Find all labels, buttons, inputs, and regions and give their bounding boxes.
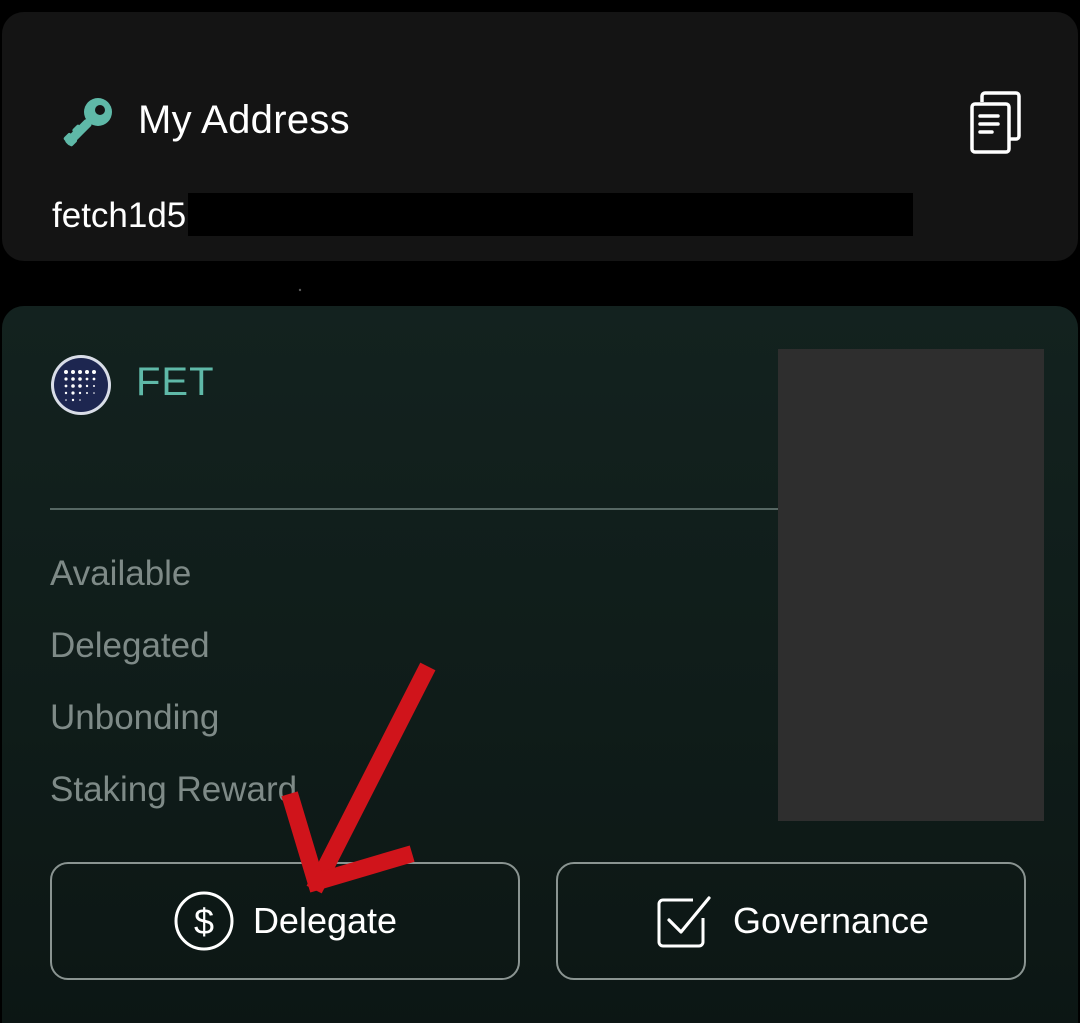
token-card: FET Available Delegated Unbonding Stakin… (2, 306, 1078, 1023)
staking-reward-label: Staking Reward (50, 770, 298, 809)
wallet-screen: My Address fetch1d5 FET Available Delega… (0, 0, 1080, 1023)
unbonding-label: Unbonding (50, 698, 220, 737)
dollar-circle-icon: $ (174, 891, 234, 951)
checkbox-icon (657, 896, 711, 948)
divider (50, 508, 780, 510)
svg-text:$: $ (194, 901, 214, 942)
fetch-ai-logo (51, 355, 111, 415)
delegate-button[interactable]: $ Delegate (50, 862, 520, 980)
delegated-label: Delegated (50, 626, 210, 665)
address-title: My Address (138, 98, 350, 142)
delegate-label: Delegate (252, 900, 398, 941)
address-card: My Address fetch1d5 (2, 12, 1078, 261)
balance-redaction (778, 349, 1044, 821)
token-symbol: FET (136, 360, 215, 404)
address-redaction (188, 193, 913, 236)
governance-label: Governance (732, 900, 930, 941)
copy-icon[interactable] (964, 90, 1026, 156)
governance-button[interactable]: Governance (556, 862, 1026, 980)
available-label: Available (50, 554, 192, 593)
wallet-address: fetch1d5 (52, 196, 187, 235)
key-icon (63, 98, 112, 147)
